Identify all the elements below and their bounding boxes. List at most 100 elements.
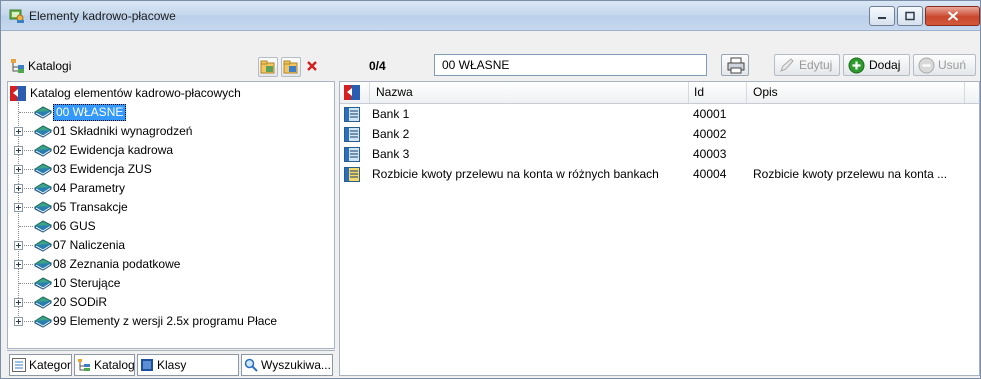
- cell-id: 40001: [693, 107, 727, 121]
- expand-toggle-icon[interactable]: [14, 298, 23, 307]
- tree-item-label: 99 Elementy z wersji 2.5x programu Płace: [53, 314, 278, 328]
- search-icon: [244, 358, 258, 372]
- edit-catalog-button[interactable]: [281, 57, 301, 77]
- expand-toggle-icon[interactable]: [14, 127, 23, 136]
- print-button[interactable]: [721, 54, 749, 76]
- cell-opis: Rozbicie kwoty przelewu na konta ...: [753, 167, 948, 181]
- element-table-icon: [344, 167, 360, 182]
- element-table-icon: [344, 147, 360, 162]
- tree-item[interactable]: 20 SODiR: [8, 293, 328, 312]
- delete-button[interactable]: Usuń: [913, 54, 976, 76]
- tree-item-label: 00 WŁASNE: [53, 104, 127, 121]
- current-catalog-field[interactable]: 00 WŁASNE: [434, 54, 707, 76]
- tree-item-label: 20 SODiR: [53, 295, 108, 309]
- delete-catalog-button[interactable]: [303, 57, 323, 77]
- book-stack-icon: [34, 277, 52, 290]
- catalog-panel-header: Katalogi: [7, 54, 335, 78]
- column-header-opis[interactable]: Opis: [747, 82, 965, 103]
- column-header-nazwa[interactable]: Nazwa: [370, 82, 689, 103]
- table-row[interactable]: Bank 3 40003: [340, 145, 979, 164]
- book-stack-icon: [34, 239, 52, 252]
- remove-circle-icon: [918, 57, 935, 74]
- table-row[interactable]: Rozbicie kwoty przelewu na konta w różny…: [340, 165, 979, 184]
- cell-id: 40003: [693, 147, 727, 161]
- catalog-root-icon: [344, 85, 360, 100]
- tree-item-label: 03 Ewidencja ZUS: [53, 162, 152, 176]
- cell-nazwa: Rozbicie kwoty przelewu na konta w różny…: [372, 167, 659, 181]
- expand-toggle-icon[interactable]: [14, 203, 23, 212]
- expand-toggle-icon[interactable]: [14, 184, 23, 193]
- book-stack-icon: [34, 182, 52, 195]
- maximize-button[interactable]: [897, 6, 923, 26]
- tree-item[interactable]: 02 Ewidencja kadrowa: [8, 141, 328, 160]
- edit-button[interactable]: Edytuj: [774, 54, 840, 76]
- cell-id: 40002: [693, 127, 727, 141]
- catalog-panel-label: Katalogi: [28, 59, 72, 73]
- element-table-icon: [344, 107, 360, 122]
- tab-wyszukiwanie[interactable]: Wyszukiwa...: [241, 354, 333, 376]
- expand-toggle-icon[interactable]: [14, 146, 23, 155]
- tab-kategorie[interactable]: Kategorie: [9, 354, 72, 376]
- cell-id: 40004: [693, 167, 727, 181]
- add-button[interactable]: Dodaj: [843, 54, 910, 76]
- tree-item[interactable]: 07 Naliczenia: [8, 236, 328, 255]
- main-window: Elementy kadrowo-płacowe Katalogi Katalo…: [0, 0, 981, 379]
- elements-grid[interactable]: Nazwa Id Opis Bank 1 40001 Bank 2 40002 Bank…: [339, 81, 980, 376]
- tree-item-label: 08 Zeznania podatkowe: [53, 257, 181, 271]
- maximize-icon: [905, 11, 915, 21]
- catalog-tree-icon: [11, 59, 24, 73]
- cell-nazwa: Bank 2: [372, 127, 410, 141]
- app-icon: [9, 9, 24, 23]
- expand-toggle-icon[interactable]: [14, 241, 23, 250]
- minimize-button[interactable]: [869, 6, 895, 26]
- expand-toggle-icon[interactable]: [14, 260, 23, 269]
- pencil-icon: [780, 58, 794, 72]
- class-icon: [141, 359, 153, 371]
- title-bar[interactable]: Elementy kadrowo-płacowe: [1, 1, 980, 31]
- tree-item[interactable]: 00 WŁASNE: [8, 103, 328, 122]
- tree-item-label: 10 Sterujące: [53, 276, 121, 290]
- add-circle-icon: [848, 57, 865, 74]
- close-window-button[interactable]: [925, 6, 980, 26]
- tree-item[interactable]: 03 Ewidencja ZUS: [8, 160, 328, 179]
- minimize-icon: [878, 17, 886, 19]
- window-title: Elementy kadrowo-płacowe: [29, 9, 176, 23]
- grid-header-icon-cell: [340, 82, 370, 103]
- tree-item[interactable]: 06 GUS: [8, 217, 328, 236]
- tree-item[interactable]: 04 Parametry: [8, 179, 328, 198]
- table-row[interactable]: Bank 1 40001: [340, 105, 979, 124]
- cell-nazwa: Bank 1: [372, 107, 410, 121]
- tree-root-item[interactable]: Katalog elementów kadrowo-płacowych: [10, 84, 330, 103]
- column-header-id[interactable]: Id: [689, 82, 747, 103]
- left-panel-tabs: Kategorie Katalogi Klasy Wyszukiwa...: [7, 350, 335, 376]
- tree-item[interactable]: 08 Zeznania podatkowe: [8, 255, 328, 274]
- close-icon: [947, 11, 958, 21]
- delete-x-icon: [307, 61, 317, 71]
- add-folder-icon: [260, 60, 275, 74]
- tree-item[interactable]: 05 Transakcje: [8, 198, 328, 217]
- tree-item[interactable]: 01 Składniki wynagrodzeń: [8, 122, 328, 141]
- tree-root-label: Katalog elementów kadrowo-płacowych: [30, 86, 241, 100]
- table-row[interactable]: Bank 2 40002: [340, 125, 979, 144]
- expand-toggle-icon[interactable]: [14, 165, 23, 174]
- cell-nazwa: Bank 3: [372, 147, 410, 161]
- catalog-tree-icon: [78, 359, 90, 371]
- tree-item[interactable]: 10 Sterujące: [8, 274, 328, 293]
- book-stack-icon: [34, 144, 52, 157]
- tab-klasy[interactable]: Klasy: [137, 354, 239, 376]
- expand-toggle-icon[interactable]: [14, 317, 23, 326]
- book-stack-icon: [34, 125, 52, 138]
- folder-edit-icon: [283, 60, 298, 74]
- book-stack-icon: [34, 163, 52, 176]
- tree-item-label: 04 Parametry: [53, 181, 126, 195]
- tree-connector-line: [19, 226, 33, 227]
- book-stack-icon: [34, 201, 52, 214]
- tab-katalogi[interactable]: Katalogi: [74, 354, 135, 376]
- book-stack-icon: [34, 258, 52, 271]
- tree-item[interactable]: 99 Elementy z wersji 2.5x programu Płace: [8, 312, 328, 331]
- tree-item-label: 02 Ewidencja kadrowa: [53, 143, 174, 157]
- book-stack-icon: [34, 220, 52, 233]
- add-catalog-button[interactable]: [258, 57, 278, 77]
- tree-item-label: 01 Składniki wynagrodzeń: [53, 124, 193, 138]
- catalog-tree[interactable]: Katalog elementów kadrowo-płacowych 00 W…: [7, 81, 335, 349]
